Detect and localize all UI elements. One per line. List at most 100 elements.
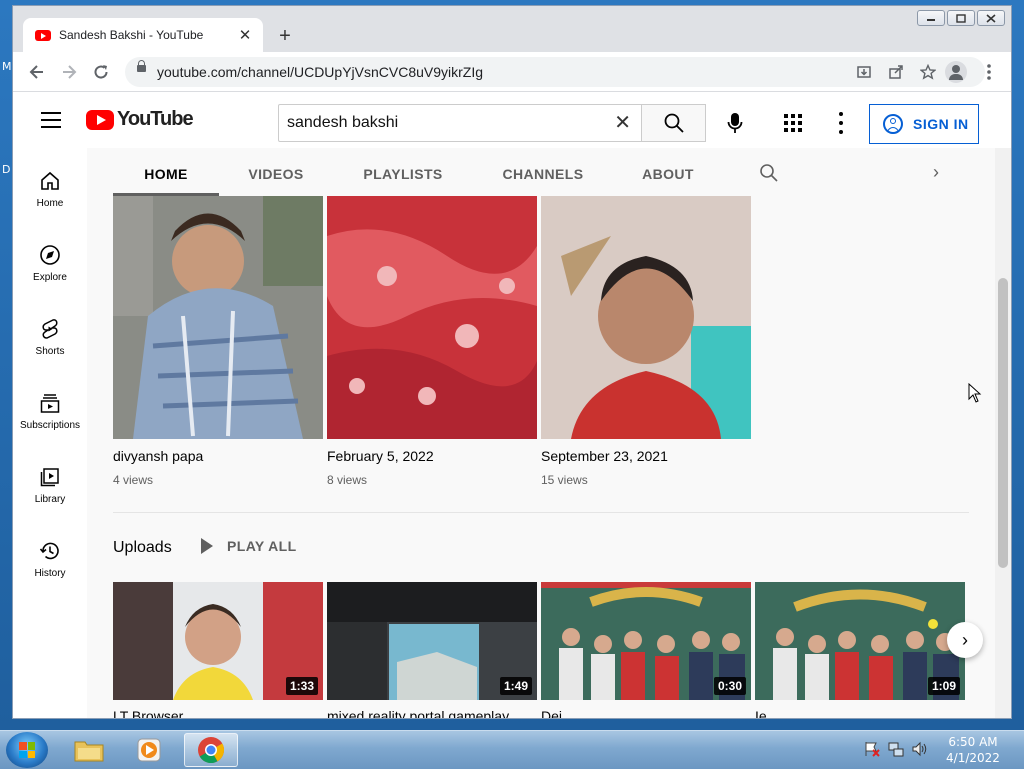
url-text[interactable]: youtube.com/channel/UCDUpYjVsnCVC8uV9yik… [157, 64, 483, 80]
channel-main: HOME VIDEOS PLAYLISTS CHANNELS ABOUT › d… [87, 148, 995, 718]
volume-icon[interactable] [912, 741, 928, 757]
upload-title[interactable]: mixed reality portal gameplay [327, 708, 509, 718]
tab-videos[interactable]: VIDEOS [237, 148, 315, 196]
voice-search-button[interactable] [723, 111, 747, 135]
desktop-icon-label: D [2, 163, 11, 176]
tab-strip: Sandesh Bakshi - YouTube ✕ + [13, 6, 1011, 52]
upload-thumbnail[interactable]: 1:33 [113, 582, 323, 700]
video-duration: 0:30 [713, 677, 746, 695]
install-app-icon[interactable] [853, 61, 875, 83]
network-icon[interactable] [888, 741, 904, 757]
youtube-logo[interactable]: YouTube [86, 108, 194, 131]
maximize-icon [956, 13, 966, 23]
guide-label: History [34, 568, 66, 579]
share-icon[interactable] [885, 61, 907, 83]
start-button[interactable] [6, 732, 48, 768]
tab-playlists[interactable]: PLAYLISTS [355, 148, 451, 196]
browser-toolbar: youtube.com/channel/UCDUpYjVsnCVC8uV9yik… [13, 52, 1011, 92]
action-center-flag-icon[interactable] [864, 741, 880, 757]
uploads-shelf-title[interactable]: Uploads [113, 539, 172, 557]
close-icon [986, 13, 996, 23]
search-button[interactable] [642, 104, 706, 142]
video-duration: 1:33 [285, 677, 318, 695]
upload-title[interactable]: LT Browser [113, 708, 183, 718]
chrome-taskbar-button[interactable] [184, 733, 238, 767]
tab-home[interactable]: HOME [113, 148, 219, 196]
file-explorer-taskbar-button[interactable] [62, 733, 116, 767]
browser-tab[interactable]: Sandesh Bakshi - YouTube ✕ [23, 18, 263, 52]
back-arrow-icon [29, 65, 43, 79]
page-scrollbar[interactable] [995, 148, 1011, 718]
minimize-icon [927, 19, 935, 21]
video-title[interactable]: February 5, 2022 [327, 448, 434, 464]
sign-in-label: SIGN IN [913, 116, 969, 132]
guide-item-library[interactable]: Library [13, 466, 87, 505]
upload-title[interactable]: Dei [541, 708, 562, 718]
channel-tabs: HOME VIDEOS PLAYLISTS CHANNELS ABOUT › [87, 148, 995, 196]
video-title[interactable]: divyansh papa [113, 448, 203, 464]
profile-avatar-icon[interactable] [945, 61, 967, 83]
chrome-icon [198, 737, 225, 764]
youtube-header: YouTube ✕ SIGN IN [13, 92, 1011, 148]
guide-item-home[interactable]: Home [13, 170, 87, 209]
tabs-next-chevron-icon[interactable]: › [933, 162, 939, 183]
hamburger-menu-icon[interactable] [41, 112, 61, 133]
forward-button[interactable] [57, 60, 81, 84]
guide-item-explore[interactable]: Explore [13, 244, 87, 283]
play-icon [201, 538, 213, 554]
upload-title[interactable]: Ie [755, 708, 767, 718]
play-all-label: PLAY ALL [227, 538, 297, 554]
browser-menu-button[interactable] [977, 60, 1001, 84]
back-button[interactable] [25, 60, 49, 84]
upload-thumbnail[interactable]: 1:09 [755, 582, 965, 700]
channel-search-icon[interactable] [759, 163, 779, 188]
youtube-page: YouTube ✕ SIGN IN [13, 92, 1011, 718]
browser-window: Sandesh Bakshi - YouTube ✕ + youtube.com… [12, 5, 1012, 719]
tab-channels[interactable]: CHANNELS [497, 148, 589, 196]
window-controls [917, 10, 1005, 26]
close-window-button[interactable] [977, 10, 1005, 26]
video-title[interactable]: September 23, 2021 [541, 448, 668, 464]
reload-icon [94, 65, 108, 79]
clear-search-icon[interactable]: ✕ [614, 113, 631, 133]
scrollbar-thumb[interactable] [998, 278, 1008, 568]
clock-time: 6:50 AM [948, 735, 998, 749]
folder-icon [74, 741, 104, 762]
upload-thumbnail[interactable]: 1:49 [327, 582, 537, 700]
youtube-favicon-icon [35, 29, 51, 41]
tab-close-icon[interactable]: ✕ [237, 26, 253, 44]
video-thumbnail[interactable] [541, 196, 751, 439]
video-views: 4 views [113, 473, 154, 487]
media-player-taskbar-button[interactable] [122, 733, 176, 767]
media-player-icon [137, 738, 161, 762]
carousel-next-button[interactable]: › [947, 622, 983, 658]
sign-in-button[interactable]: SIGN IN [869, 104, 979, 144]
guide-item-history[interactable]: History [13, 540, 87, 579]
guide-label: Library [34, 494, 66, 505]
compass-icon [39, 244, 61, 266]
play-all-button[interactable]: PLAY ALL [201, 538, 297, 554]
video-thumbnail[interactable] [113, 196, 323, 439]
bookmark-star-icon[interactable] [917, 61, 939, 83]
maximize-button[interactable] [947, 10, 975, 26]
tab-about[interactable]: ABOUT [635, 148, 701, 196]
new-tab-button[interactable]: + [273, 26, 297, 46]
address-bar[interactable]: youtube.com/channel/UCDUpYjVsnCVC8uV9yik… [125, 57, 985, 87]
video-duration: 1:09 [927, 677, 960, 695]
video-thumbnail[interactable] [327, 196, 537, 439]
guide-item-shorts[interactable]: Shorts [13, 318, 87, 357]
mouse-cursor-icon [968, 383, 982, 403]
guide-item-subscriptions[interactable]: Subscriptions [13, 392, 87, 431]
reload-button[interactable] [89, 60, 113, 84]
clock-date: 4/1/2022 [946, 751, 1000, 765]
account-icon [883, 114, 903, 134]
apps-grid-icon[interactable] [783, 113, 803, 133]
minimize-button[interactable] [917, 10, 945, 26]
upload-thumbnail[interactable]: 0:30 [541, 582, 751, 700]
settings-more-icon[interactable] [831, 112, 851, 134]
taskbar-clock[interactable]: 6:50 AM 4/1/2022 [938, 734, 1008, 766]
video-duration: 1:49 [499, 677, 532, 695]
system-tray [864, 741, 928, 757]
guide-label: Explore [33, 272, 67, 283]
search-input[interactable] [285, 113, 599, 133]
